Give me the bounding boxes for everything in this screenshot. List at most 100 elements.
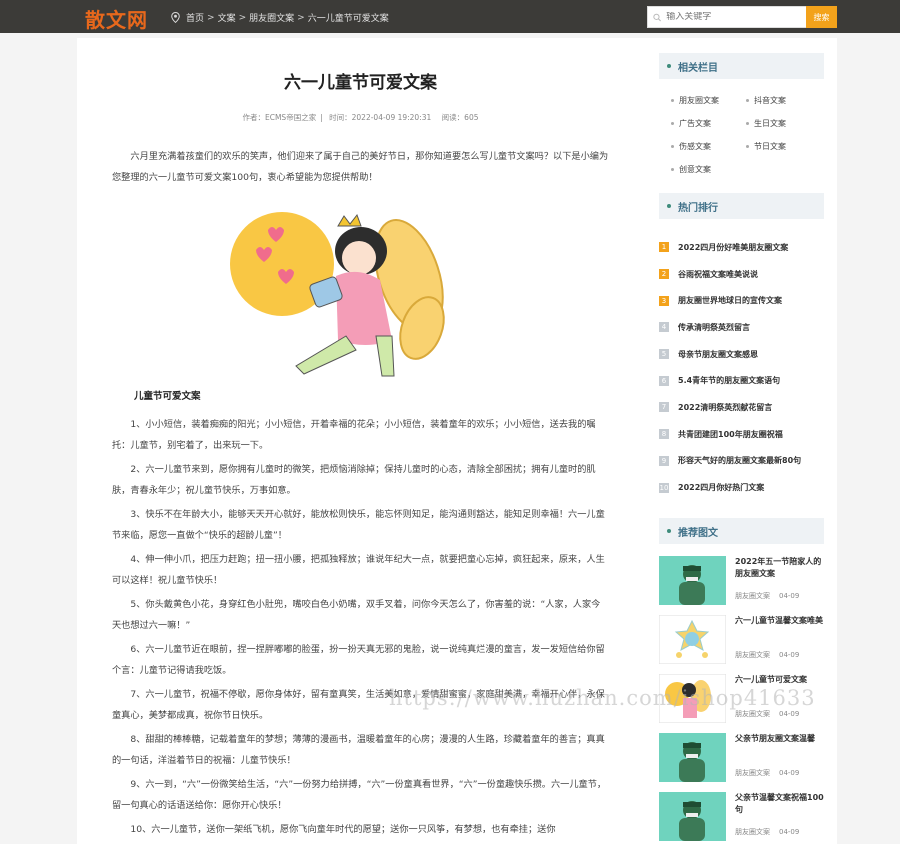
recommended-item[interactable]: 父亲节温馨文案祝福100句朋友圈文案 04-09 bbox=[659, 789, 829, 844]
rank-number-badge: 2 bbox=[659, 269, 669, 280]
recommended-info: 2022年五一节陪家人的朋友圈文案朋友圈文案 04-09 bbox=[735, 553, 829, 612]
category-link[interactable]: 创意文案 bbox=[671, 164, 746, 175]
category-link[interactable]: 节日文案 bbox=[746, 141, 821, 152]
recommended-meta: 朋友圈文案 04-09 bbox=[735, 591, 799, 601]
hot-list-item[interactable]: 5 母亲节朋友圈文案感恩 bbox=[659, 341, 829, 368]
hot-item-title[interactable]: 2022四月份好唯美朋友圈文案 bbox=[678, 242, 788, 253]
article-time: 时间：2022-04-09 19:20:31 bbox=[329, 113, 432, 122]
article-paragraph: 10、六一儿童节，送你一架纸飞机，愿你飞向童年时代的愿望；送你一只风筝，有梦想，… bbox=[130, 824, 556, 835]
hot-item-title[interactable]: 形容天气好的朋友圈文案最新80句 bbox=[678, 455, 801, 466]
breadcrumb-wenan[interactable]: 文案 bbox=[218, 11, 236, 24]
recommended-title[interactable]: 父亲节温馨文案祝福100句 bbox=[735, 792, 829, 816]
article-views: 阅读：605 bbox=[441, 113, 479, 122]
recommended-date: 04-09 bbox=[779, 651, 800, 659]
related-title-text: 相关栏目 bbox=[678, 62, 718, 74]
hot-list-item[interactable]: 4 传承清明祭英烈留言 bbox=[659, 314, 829, 341]
search-icon bbox=[653, 13, 662, 21]
breadcrumb-separator: > bbox=[207, 12, 215, 23]
hot-list-item[interactable]: 6 5.4青年节的朋友圈文案语句 bbox=[659, 367, 829, 394]
rank-number-badge: 9 bbox=[659, 455, 669, 466]
recommended-info: 父亲节朋友圈文案温馨朋友圈文案 04-09 bbox=[735, 730, 829, 789]
hot-item-title[interactable]: 2022清明祭英烈献花留言 bbox=[678, 402, 772, 413]
category-list: 朋友圈文案 抖音文案 广告文案 生日文案 伤感文案 节日文案 创意文案 bbox=[671, 95, 831, 175]
recommended-category[interactable]: 朋友圈文案 bbox=[735, 592, 770, 600]
breadcrumb-separator: > bbox=[238, 12, 247, 23]
hot-item-title[interactable]: 5.4青年节的朋友圈文案语句 bbox=[678, 375, 780, 386]
hot-list-item[interactable]: 9 形容天气好的朋友圈文案最新80句 bbox=[659, 448, 829, 475]
recommended-info: 父亲节温馨文案祝福100句朋友圈文案 04-09 bbox=[735, 789, 829, 844]
article-title: 六一儿童节可爱文案 bbox=[284, 73, 437, 93]
recommended-category[interactable]: 朋友圈文案 bbox=[735, 651, 770, 659]
hot-item-title[interactable]: 传承清明祭英烈留言 bbox=[678, 322, 750, 333]
recommended-title[interactable]: 2022年五一节陪家人的朋友圈文案 bbox=[735, 556, 829, 580]
pic-section-title: 推荐图文 bbox=[659, 518, 824, 544]
hot-list-item[interactable]: 3 朋友圈世界地球日的宣传文案 bbox=[659, 287, 829, 314]
breadcrumb-pyq[interactable]: 朋友圈文案 bbox=[249, 11, 294, 24]
hot-item-title[interactable]: 朋友圈世界地球日的宣传文案 bbox=[678, 295, 782, 306]
recommended-category[interactable]: 朋友圈文案 bbox=[735, 769, 770, 777]
article-paragraph: 5、你头戴黄色小花，身穿红色小肚兜，嘴咬白色小奶嘴，双手叉着，问你今天怎么了，你… bbox=[112, 599, 601, 631]
category-link[interactable]: 朋友圈文案 bbox=[671, 95, 746, 106]
recommended-category[interactable]: 朋友圈文案 bbox=[735, 828, 770, 836]
site-logo[interactable]: 散文网 bbox=[85, 4, 148, 33]
recommended-category[interactable]: 朋友圈文案 bbox=[735, 710, 770, 718]
recommended-item[interactable]: 父亲节朋友圈文案温馨朋友圈文案 04-09 bbox=[659, 730, 829, 789]
breadcrumb-home[interactable]: 首页 bbox=[186, 11, 204, 24]
hot-item-title[interactable]: 2022四月你好热门文案 bbox=[678, 482, 764, 493]
recommended-title[interactable]: 六一儿童节温馨文案唯美 bbox=[735, 615, 829, 627]
hot-list-item[interactable]: 2 谷雨祝福文案唯美说说 bbox=[659, 261, 829, 288]
bullet-icon bbox=[667, 204, 671, 208]
search-button[interactable]: 搜索 bbox=[806, 6, 837, 28]
recommended-thumbnail[interactable] bbox=[659, 556, 726, 605]
article-meta: 作者：ECMS帝国之家 | 时间：2022-04-09 19:20:31 阅读：6… bbox=[242, 113, 479, 122]
rank-number-badge: 10 bbox=[659, 482, 669, 493]
recommended-thumbnail[interactable] bbox=[659, 792, 726, 841]
article-intro: 六月里充满着孩童们的欢乐的笑声，他们迎来了属于自己的美好节日，那你知道要怎么写儿… bbox=[112, 151, 609, 183]
article-subhead: 儿童节可爱文案 bbox=[134, 391, 201, 402]
article-paragraph: 8、甜甜的棒棒糖，记载着童年的梦想；薄薄的漫画书，温暖着童年的心房；漫漫的人生路… bbox=[112, 734, 605, 766]
recommended-info: 六一儿童节温馨文案唯美朋友圈文案 04-09 bbox=[735, 612, 829, 671]
rank-number-badge: 3 bbox=[659, 295, 669, 306]
category-link[interactable]: 伤感文案 bbox=[671, 141, 746, 152]
search-box bbox=[647, 6, 806, 28]
rank-number-badge: 8 bbox=[659, 429, 669, 440]
breadcrumb-separator: > bbox=[297, 12, 305, 23]
recommended-date: 04-09 bbox=[779, 710, 800, 718]
article-author: 作者：ECMS帝国之家 bbox=[242, 113, 317, 122]
rank-number-badge: 5 bbox=[659, 349, 669, 360]
hot-item-title[interactable]: 共青团建团100年朋友圈祝福 bbox=[678, 429, 783, 440]
article-paragraph: 3、快乐不在年龄大小，能够天天开心就好，能放松则快乐，能忘怀则知足，能沟通则豁达… bbox=[112, 509, 605, 541]
hot-list-item[interactable]: 1 2022四月份好唯美朋友圈文案 bbox=[659, 234, 829, 261]
breadcrumb-current: 六一儿童节可爱文案 bbox=[307, 14, 389, 24]
hot-ranking-list: 1 2022四月份好唯美朋友圈文案 2 谷雨祝福文案唯美说说 3 朋友圈世界地球日的宣传文… bbox=[659, 234, 829, 501]
search-input[interactable] bbox=[666, 12, 806, 22]
fairy-girl-illustration bbox=[230, 212, 445, 377]
recommended-thumbnail[interactable] bbox=[659, 615, 726, 664]
recommended-meta: 朋友圈文案 04-09 bbox=[735, 827, 799, 837]
recommended-title[interactable]: 父亲节朋友圈文案温馨 bbox=[735, 733, 829, 745]
hot-list-item[interactable]: 8 共青团建团100年朋友圈祝福 bbox=[659, 421, 829, 448]
category-link[interactable]: 抖音文案 bbox=[746, 95, 821, 106]
hot-item-title[interactable]: 母亲节朋友圈文案感恩 bbox=[678, 349, 758, 360]
category-link[interactable]: 广告文案 bbox=[671, 118, 746, 129]
hot-item-title[interactable]: 谷雨祝福文案唯美说说 bbox=[678, 269, 758, 280]
hot-list-item[interactable]: 7 2022清明祭英烈献花留言 bbox=[659, 394, 829, 421]
location-pin-icon bbox=[171, 12, 180, 23]
recommended-date: 04-09 bbox=[779, 828, 800, 836]
recommended-meta: 朋友圈文案 04-09 bbox=[735, 768, 799, 778]
category-link[interactable]: 生日文案 bbox=[746, 118, 821, 129]
recommended-title[interactable]: 六一儿童节可爱文案 bbox=[735, 674, 829, 686]
recommended-date: 04-09 bbox=[779, 769, 800, 777]
search-bar: 搜索 bbox=[647, 6, 837, 28]
breadcrumb: 首页 > 文案 > 朋友圈文案 > 六一儿童节可爱文案 bbox=[171, 11, 389, 24]
recommended-item[interactable]: 六一儿童节温馨文案唯美朋友圈文案 04-09 bbox=[659, 612, 829, 671]
article-paragraph: 6、六一儿童节近在眼前，捏一捏胖嘟嘟的脸蛋，扮一扮天真无邪的鬼脸，说一说纯真烂漫… bbox=[112, 644, 605, 676]
recommended-thumbnail[interactable] bbox=[659, 733, 726, 782]
pic-title-text: 推荐图文 bbox=[678, 527, 718, 539]
article-paragraph: 9、六一到，“六”一份微笑给生活，“六”一份努力给拼搏，“六”一份童真看世界，“… bbox=[112, 779, 607, 811]
article-body: 1、小小短信，装着痴痴的阳光；小小短信，开着幸福的花朵；小小短信，装着童年的欢乐… bbox=[112, 414, 609, 843]
hot-list-item[interactable]: 10 2022四月你好热门文案 bbox=[659, 474, 829, 501]
article-panel: 六一儿童节可爱文案 作者：ECMS帝国之家 | 时间：2022-04-09 19:… bbox=[77, 38, 644, 844]
recommended-item[interactable]: 2022年五一节陪家人的朋友圈文案朋友圈文案 04-09 bbox=[659, 553, 829, 612]
rank-number-badge: 4 bbox=[659, 322, 669, 333]
